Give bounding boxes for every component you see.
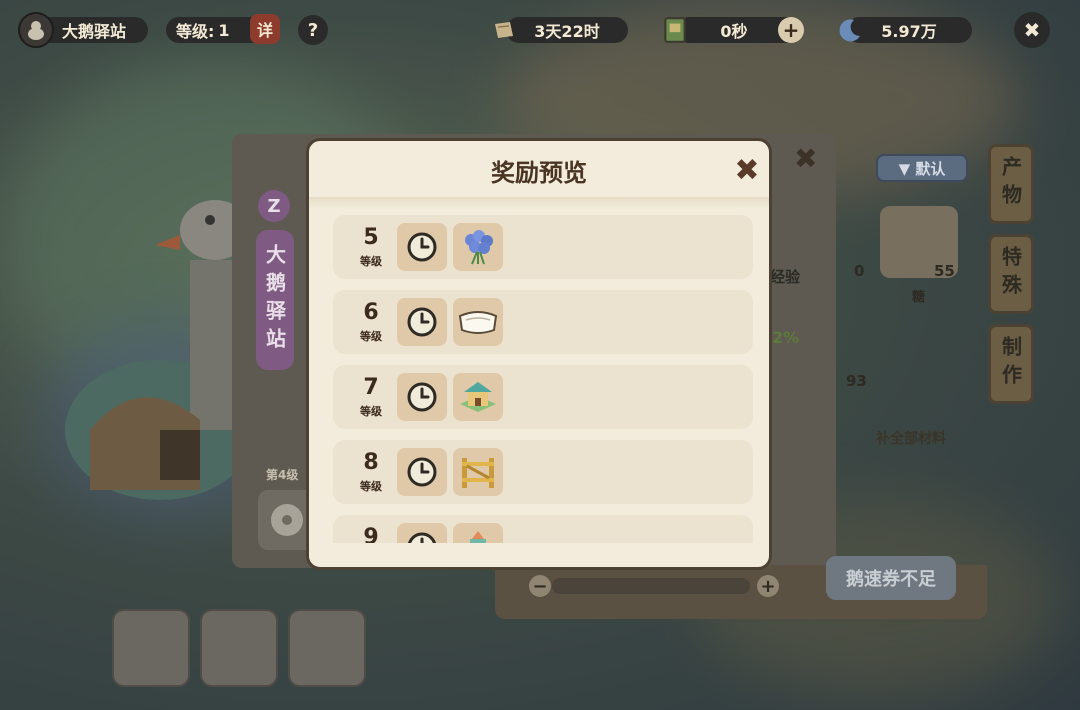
tier-label: 第4级 [266, 468, 299, 482]
reward-slot[interactable] [397, 523, 447, 543]
dialog-title: 奖励预览 [491, 159, 587, 187]
row-level-label: 等级 [360, 255, 382, 268]
reward-slot[interactable] [453, 223, 503, 271]
level-value: 1 [218, 20, 230, 40]
help-button[interactable]: ? [298, 15, 328, 45]
clock-icon [407, 382, 437, 412]
moon-icon [839, 19, 860, 42]
paper-edge [309, 197, 769, 209]
moon-value: 5.97万 [881, 22, 937, 41]
reward-row: 6 等级 [333, 290, 753, 354]
decrease-button[interactable]: − [529, 575, 551, 597]
reward-row: 9 [333, 515, 753, 543]
reward-slot[interactable] [397, 223, 447, 271]
tab-special[interactable]: 特殊 [988, 234, 1034, 314]
reward-slot[interactable] [453, 523, 503, 543]
badge-z: Z [258, 190, 290, 222]
dialog-close-button[interactable]: ✖ [733, 156, 761, 186]
level-label: 等级: [176, 22, 215, 41]
empty-slot-2[interactable] [200, 609, 278, 687]
reward-row: 5 等级 [333, 215, 753, 279]
exp-percent: 2% [772, 328, 800, 347]
goose-avatar-icon[interactable] [18, 12, 54, 48]
row-level-number: 9 [363, 525, 379, 543]
level-detail-button[interactable]: 详 [250, 14, 280, 44]
row-level-number: 7 [363, 375, 379, 400]
row-level-number: 6 [363, 300, 379, 325]
speed-ticket-icon [664, 17, 686, 43]
sort-dropdown[interactable]: ▼ 默认 [876, 154, 968, 182]
item-label-sugar: 糖 [912, 290, 926, 305]
panel-close-icon[interactable]: ✖ [794, 142, 817, 175]
station-name: 大鹅驿站 [62, 22, 127, 41]
reward-row: 7 等级 [333, 365, 753, 429]
goose-station-illustration [65, 200, 240, 500]
lantern-decoration-icon [470, 531, 486, 543]
increase-button[interactable]: + [757, 575, 779, 597]
add-ticket-button[interactable]: + [778, 17, 804, 43]
close-screen-button[interactable]: ✖ [1014, 12, 1050, 48]
wooden-fence-icon [462, 458, 494, 488]
row-level-number: 8 [363, 450, 379, 475]
clock-icon [408, 532, 436, 543]
refill-materials-button[interactable]: 补全部材料 [876, 428, 946, 448]
reward-slot[interactable] [453, 298, 503, 346]
scroll-icon [495, 22, 513, 38]
station-vertical-title: 大鹅驿站 [256, 230, 294, 370]
clock-icon [407, 457, 437, 487]
row-level-label: 等级 [360, 330, 382, 343]
lavender-bush-icon [465, 230, 493, 265]
tab-crafting[interactable]: 制作 [988, 324, 1034, 404]
row-level-label: 等级 [360, 405, 382, 418]
exp-label: 经验 [770, 268, 801, 286]
item-count-93: 93 [846, 372, 867, 390]
clock-icon [407, 307, 437, 337]
empty-slot-3[interactable] [288, 609, 366, 687]
row-level-label: 等级 [360, 480, 382, 493]
timer-pill: 3天22时 [506, 17, 628, 43]
pagoda-building-icon [460, 382, 496, 412]
ticket-value: 0秒 [720, 22, 748, 41]
clock-icon [407, 232, 437, 262]
reward-list[interactable]: 5 等级 6 等级 7 等级 8 等级 9 [333, 215, 755, 543]
speed-up-button[interactable]: 鹅速券不足 [826, 556, 956, 600]
cloth-tray-icon [458, 311, 498, 334]
moon-currency-pill: 5.97万 [846, 17, 972, 43]
reward-row: 8 等级 [333, 440, 753, 504]
reward-slot[interactable] [397, 448, 447, 496]
timer-value: 3天22时 [534, 22, 600, 41]
item-count-0: 0 [854, 262, 865, 280]
reward-slot[interactable] [397, 373, 447, 421]
reward-slot[interactable] [397, 298, 447, 346]
item-count-55: 55 [934, 262, 955, 280]
row-level-number: 5 [363, 225, 379, 250]
reward-slot[interactable] [453, 448, 503, 496]
top-bar: 大鹅驿站 等级: 1 详 ? 3天22时 0秒 + 5.97万 ✖ [0, 0, 1080, 60]
reward-slot[interactable] [453, 373, 503, 421]
reward-preview-dialog: 奖励预览 ✖ 5 等级 6 等级 7 等级 8 等级 9 [306, 138, 772, 570]
quantity-slider[interactable] [552, 578, 750, 594]
empty-slot-1[interactable] [112, 609, 190, 687]
tab-products[interactable]: 产物 [988, 144, 1034, 224]
